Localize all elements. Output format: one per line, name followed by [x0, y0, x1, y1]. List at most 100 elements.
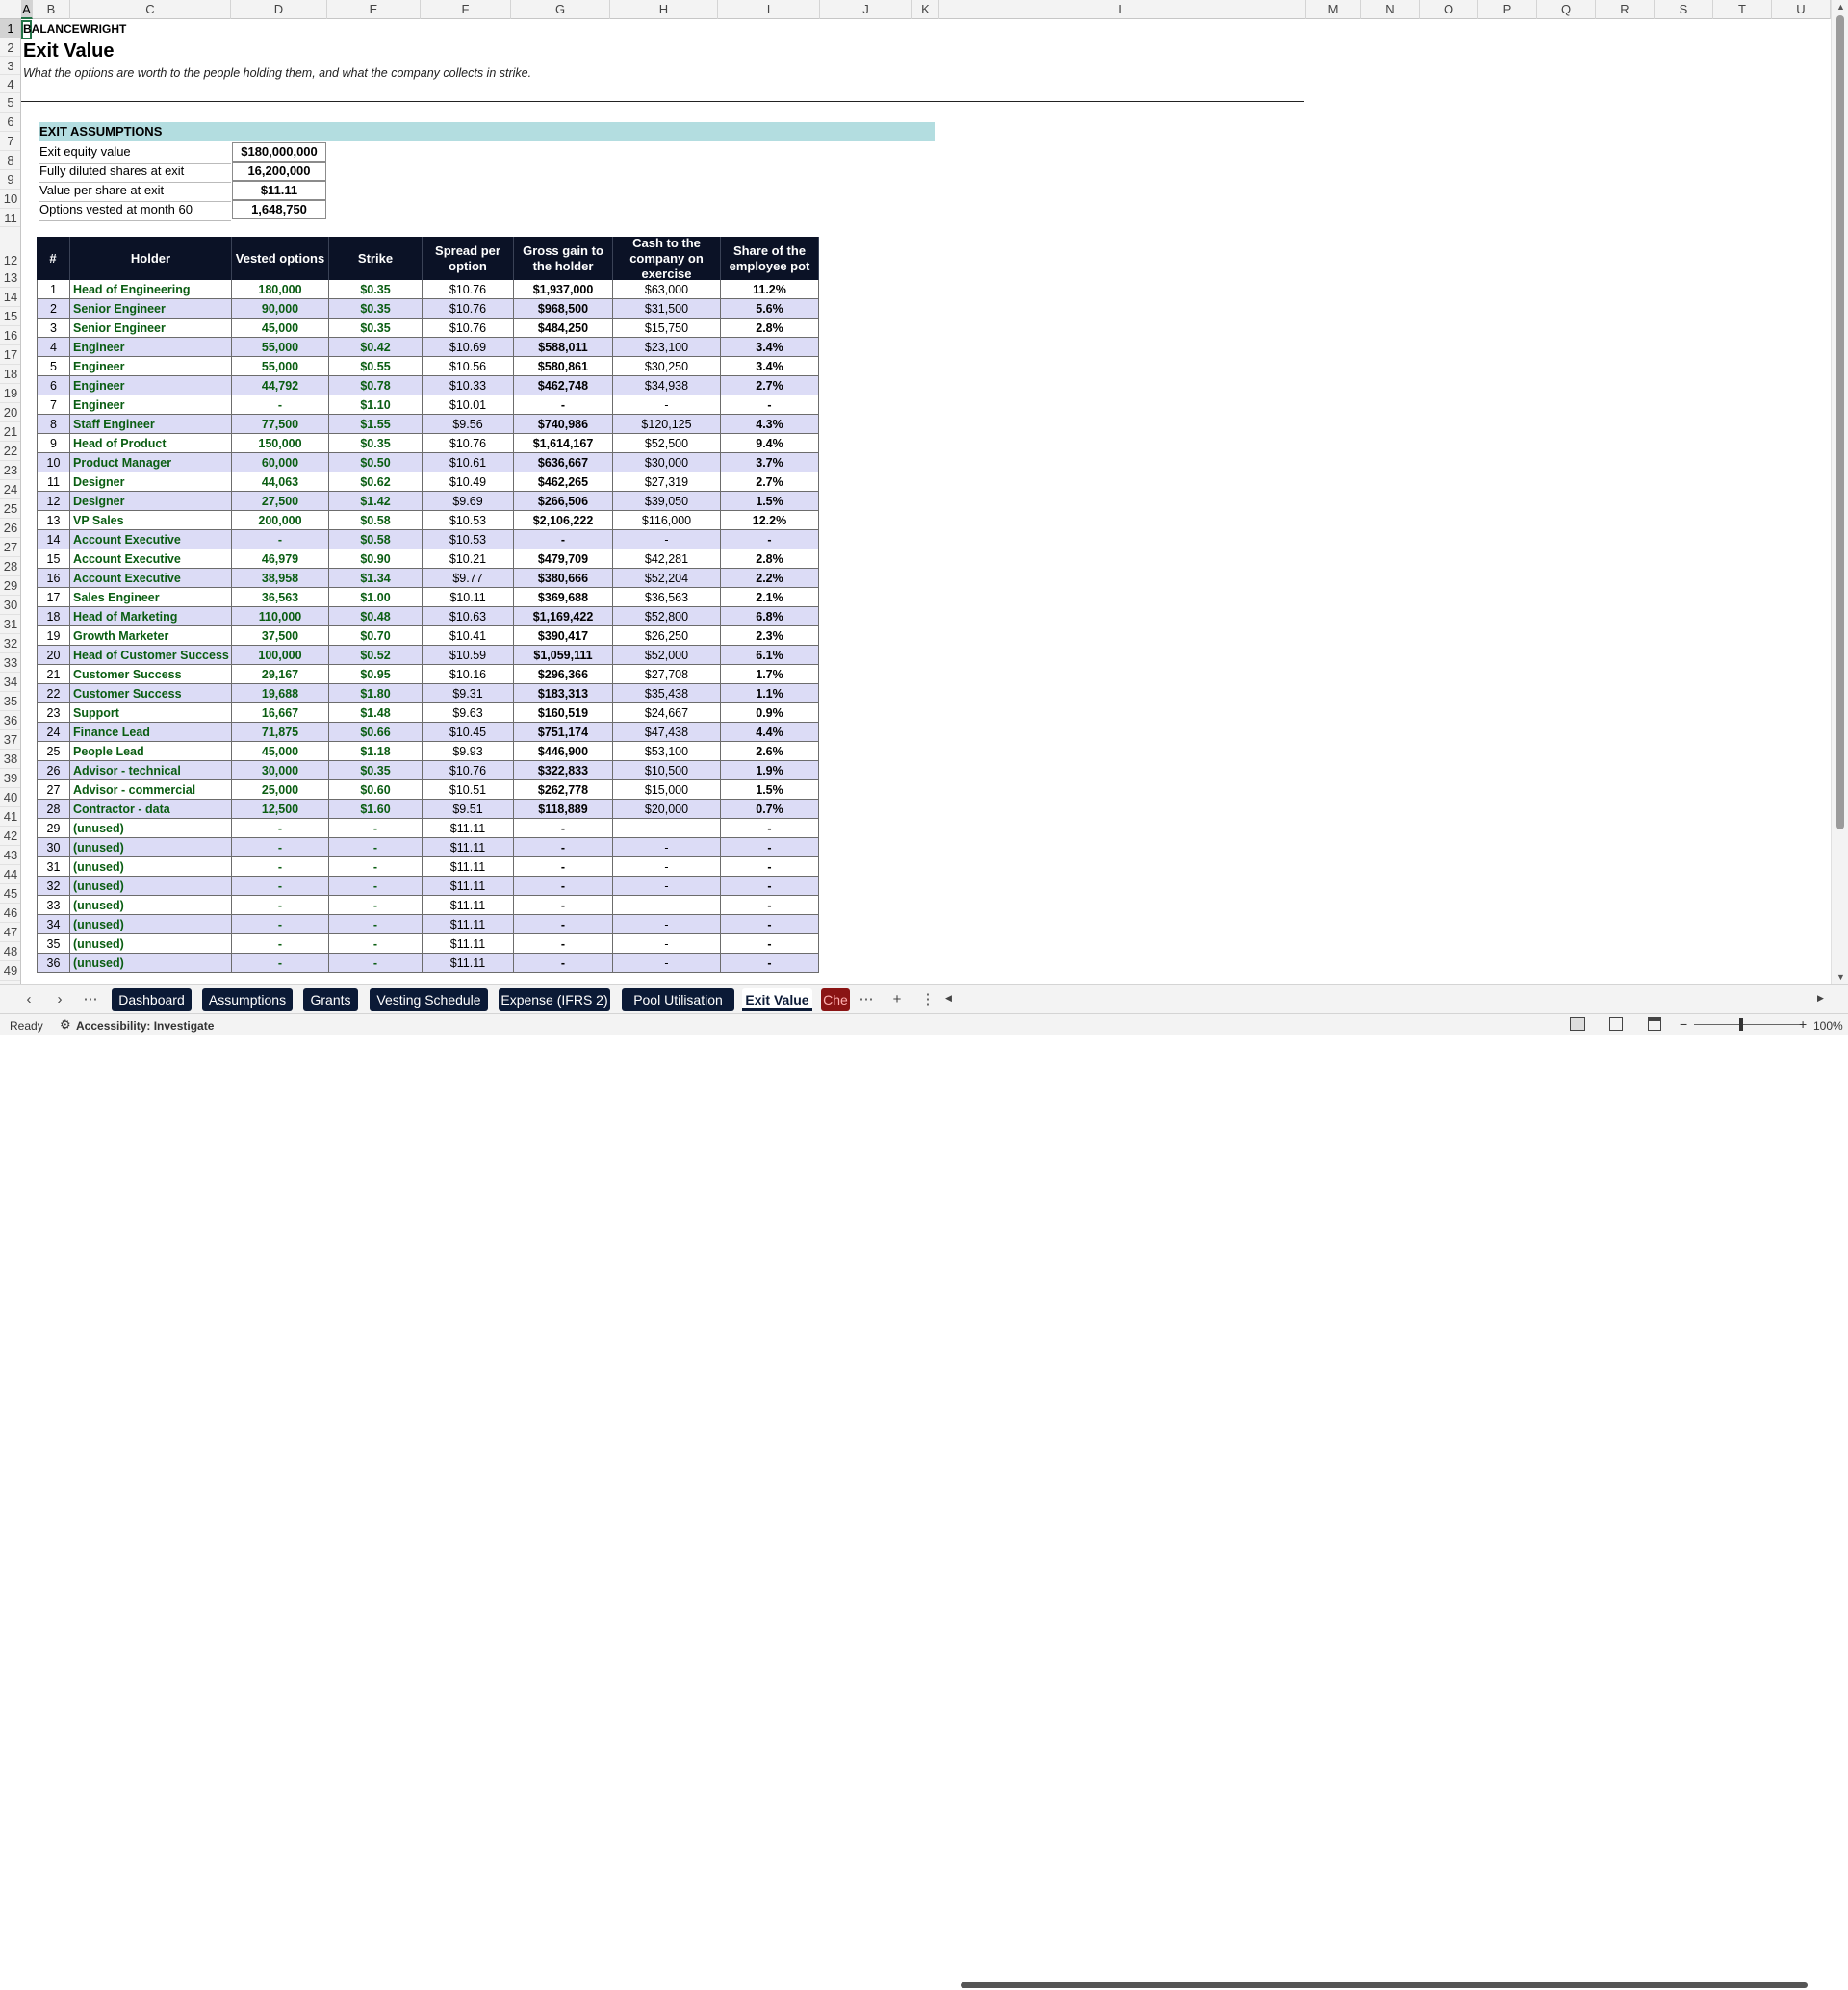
holder-name[interactable]: Engineer: [70, 338, 232, 357]
vested-options[interactable]: 12,500: [232, 800, 329, 819]
scroll-up-icon[interactable]: ▲: [1836, 2, 1845, 12]
row-header-11[interactable]: 11: [0, 209, 20, 227]
spread-per-option[interactable]: $9.31: [423, 684, 514, 703]
vested-options[interactable]: 180,000: [232, 280, 329, 299]
vested-options[interactable]: 37,500: [232, 626, 329, 646]
row-header-6[interactable]: 6: [0, 113, 20, 132]
vested-options[interactable]: 60,000: [232, 453, 329, 472]
row-number[interactable]: 4: [37, 338, 70, 357]
holder-name[interactable]: VP Sales: [70, 511, 232, 530]
row-number[interactable]: 14: [37, 530, 70, 549]
pot-share[interactable]: 3.4%: [721, 338, 819, 357]
column-header-T[interactable]: T: [1713, 0, 1772, 19]
spread-per-option[interactable]: $10.21: [423, 549, 514, 569]
row-header-39[interactable]: 39: [0, 769, 20, 788]
vertical-scrollbar[interactable]: ▲ ▼: [1831, 0, 1848, 984]
row-number[interactable]: 31: [37, 857, 70, 877]
pot-share[interactable]: 3.4%: [721, 357, 819, 376]
assumption-value[interactable]: $11.11: [232, 181, 326, 200]
spread-per-option[interactable]: $10.01: [423, 395, 514, 415]
row-number[interactable]: 13: [37, 511, 70, 530]
holder-name[interactable]: Staff Engineer: [70, 415, 232, 434]
options-icon[interactable]: ⋮: [916, 988, 939, 1011]
spread-per-option[interactable]: $10.63: [423, 607, 514, 626]
strike-price[interactable]: $0.52: [329, 646, 423, 665]
row-header-42[interactable]: 42: [0, 827, 20, 846]
holder-name[interactable]: Engineer: [70, 376, 232, 395]
holder-name[interactable]: Designer: [70, 472, 232, 492]
strike-price[interactable]: $0.60: [329, 780, 423, 800]
strike-price[interactable]: -: [329, 838, 423, 857]
pot-share[interactable]: -: [721, 934, 819, 954]
vested-options[interactable]: 44,792: [232, 376, 329, 395]
row-number[interactable]: 26: [37, 761, 70, 780]
holder-name[interactable]: People Lead: [70, 742, 232, 761]
column-header-B[interactable]: B: [33, 0, 70, 19]
cash-to-company[interactable]: $35,438: [613, 684, 721, 703]
holder-name[interactable]: Customer Success: [70, 684, 232, 703]
cash-to-company[interactable]: -: [613, 934, 721, 954]
row-header-14[interactable]: 14: [0, 288, 20, 307]
row-number[interactable]: 28: [37, 800, 70, 819]
pot-share[interactable]: 2.7%: [721, 376, 819, 395]
gross-gain[interactable]: $1,059,111: [514, 646, 613, 665]
column-header-L[interactable]: L: [939, 0, 1306, 19]
holder-name[interactable]: (unused): [70, 915, 232, 934]
vested-options[interactable]: 55,000: [232, 338, 329, 357]
strike-price[interactable]: -: [329, 877, 423, 896]
vested-options[interactable]: -: [232, 819, 329, 838]
column-header-U[interactable]: U: [1772, 0, 1831, 19]
cash-to-company[interactable]: -: [613, 838, 721, 857]
holder-name[interactable]: Senior Engineer: [70, 319, 232, 338]
row-header-15[interactable]: 15: [0, 307, 20, 326]
row-number[interactable]: 17: [37, 588, 70, 607]
row-header-48[interactable]: 48: [0, 942, 20, 961]
horizontal-scrollbar[interactable]: [951, 1980, 1827, 1990]
strike-price[interactable]: $0.70: [329, 626, 423, 646]
row-header-30[interactable]: 30: [0, 596, 20, 615]
row-number[interactable]: 33: [37, 896, 70, 915]
row-header-49[interactable]: 49: [0, 961, 20, 981]
cash-to-company[interactable]: $27,708: [613, 665, 721, 684]
row-header-35[interactable]: 35: [0, 692, 20, 711]
strike-price[interactable]: $0.35: [329, 319, 423, 338]
column-header-G[interactable]: G: [511, 0, 610, 19]
row-header-43[interactable]: 43: [0, 846, 20, 865]
gross-gain[interactable]: $262,778: [514, 780, 613, 800]
column-header-K[interactable]: K: [912, 0, 939, 19]
row-header-32[interactable]: 32: [0, 634, 20, 653]
column-header-F[interactable]: F: [421, 0, 511, 19]
vested-options[interactable]: 200,000: [232, 511, 329, 530]
column-header-A[interactable]: A: [21, 0, 33, 19]
cash-to-company[interactable]: $53,100: [613, 742, 721, 761]
strike-price[interactable]: $0.62: [329, 472, 423, 492]
spread-per-option[interactable]: $9.69: [423, 492, 514, 511]
holder-name[interactable]: (unused): [70, 857, 232, 877]
gross-gain[interactable]: -: [514, 934, 613, 954]
pot-share[interactable]: 9.4%: [721, 434, 819, 453]
cash-to-company[interactable]: -: [613, 819, 721, 838]
gross-gain[interactable]: $369,688: [514, 588, 613, 607]
pot-share[interactable]: -: [721, 954, 819, 973]
vested-options[interactable]: 30,000: [232, 761, 329, 780]
vested-options[interactable]: 36,563: [232, 588, 329, 607]
row-header-21[interactable]: 21: [0, 422, 20, 442]
row-header-18[interactable]: 18: [0, 365, 20, 384]
row-number[interactable]: 34: [37, 915, 70, 934]
assumption-value[interactable]: 16,200,000: [232, 162, 326, 181]
zoom-slider[interactable]: [1694, 1024, 1800, 1025]
cash-to-company[interactable]: -: [613, 530, 721, 549]
gross-gain[interactable]: -: [514, 877, 613, 896]
cash-to-company[interactable]: $52,800: [613, 607, 721, 626]
holder-name[interactable]: Head of Customer Success: [70, 646, 232, 665]
pot-share[interactable]: 2.7%: [721, 472, 819, 492]
row-header-29[interactable]: 29: [0, 576, 20, 596]
vested-options[interactable]: -: [232, 934, 329, 954]
pot-share[interactable]: 4.3%: [721, 415, 819, 434]
strike-price[interactable]: $0.48: [329, 607, 423, 626]
tab-dashboard[interactable]: Dashboard: [112, 988, 192, 1011]
row-number[interactable]: 10: [37, 453, 70, 472]
row-header-4[interactable]: 4: [0, 75, 20, 93]
column-header-P[interactable]: P: [1478, 0, 1537, 19]
horizontal-scroll-thumb[interactable]: [961, 1982, 1808, 1988]
